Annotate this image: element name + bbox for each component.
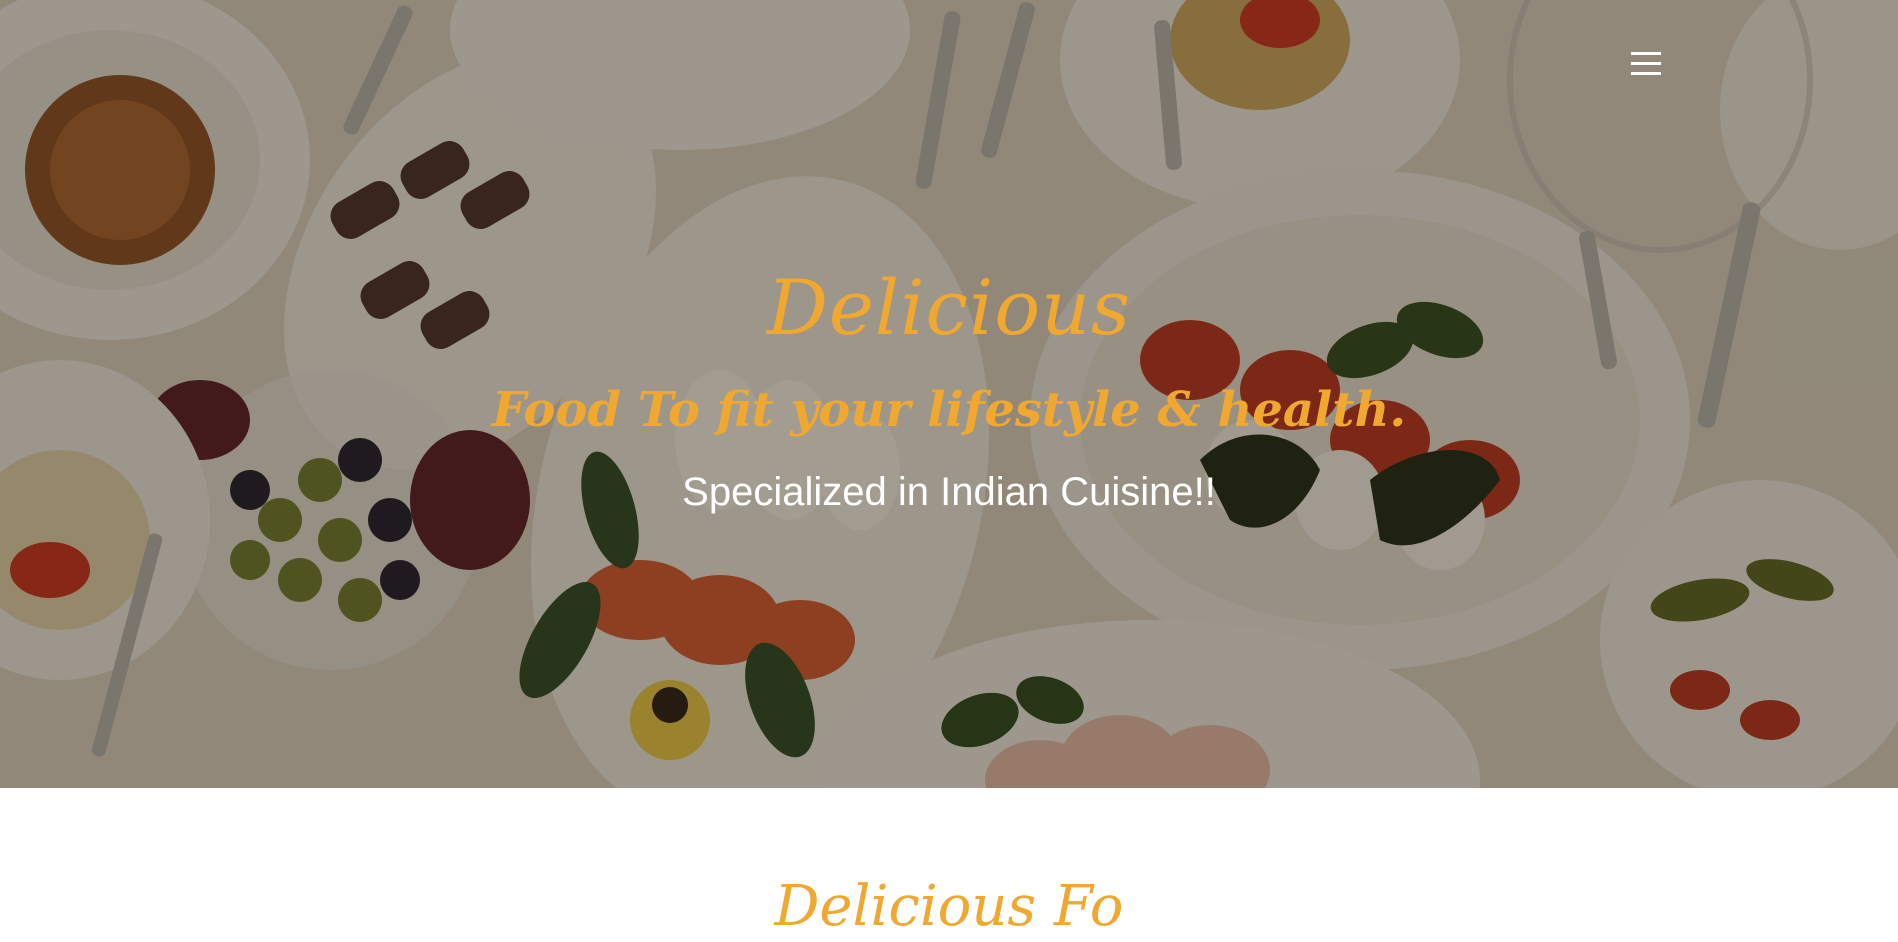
section-heading: Delicious Fo [774,874,1124,939]
hero-content: Delicious Food To fit your lifestyle & h… [0,0,1898,788]
hero-title: Delicious [766,263,1132,352]
hero-subtitle: Food To fit your lifestyle & health. [491,382,1407,438]
hero-tagline: Specialized in Indian Cuisine!! [682,470,1216,514]
hero-section: Delicious Food To fit your lifestyle & h… [0,0,1898,788]
